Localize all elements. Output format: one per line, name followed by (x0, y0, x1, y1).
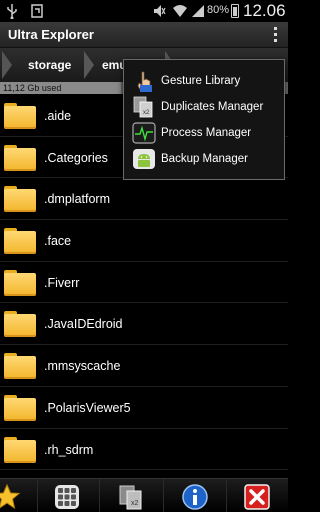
file-name: .aide (44, 109, 72, 123)
usb-icon (7, 4, 17, 19)
mute-icon (154, 5, 166, 17)
wifi-icon (173, 5, 187, 17)
file-name: .dmplatform (44, 192, 110, 207)
android-backup-icon (133, 149, 155, 169)
close-icon (244, 484, 270, 510)
clock: 12.06 (243, 1, 286, 20)
process-monitor-icon (132, 122, 156, 144)
folder-icon (4, 228, 36, 255)
folder-icon (4, 353, 36, 380)
file-name: .rh_sdrm (44, 442, 94, 457)
grid-view-button[interactable] (38, 479, 100, 512)
menu-item-label: Process Manager (161, 127, 252, 139)
file-list-item[interactable]: .Fiverr (0, 262, 288, 304)
file-name: .Fiverr (44, 275, 80, 290)
battery-icon (231, 4, 239, 18)
favorites-button[interactable] (0, 479, 38, 512)
storage-used-label: 11,12 Gb used (3, 83, 62, 93)
app-title: Ultra Explorer (8, 27, 94, 42)
file-list-item[interactable]: .face (0, 220, 288, 262)
file-name: .Categories (44, 150, 108, 165)
folder-icon (4, 269, 36, 296)
file-list-item[interactable]: .dmplatform (0, 178, 288, 221)
menu-item-label: Backup Manager (161, 153, 248, 165)
status-bar: 80% 12.06 (0, 0, 288, 22)
menu-item-duplicates-manager[interactable]: x2 Duplicates Manager (124, 94, 284, 120)
star-icon (0, 484, 20, 510)
folder-icon (4, 144, 36, 171)
svg-text:x2: x2 (143, 110, 150, 116)
file-name: .JavaIDEdroid (44, 317, 123, 332)
menu-item-label: Gesture Library (161, 75, 241, 87)
menu-item-backup-manager[interactable]: Backup Manager (124, 146, 284, 172)
folder-icon (4, 103, 36, 129)
overflow-menu-icon[interactable] (274, 27, 278, 43)
file-name: .face (44, 234, 72, 249)
menu-item-label: Duplicates Manager (161, 101, 264, 113)
app-notification-icon (31, 4, 43, 18)
file-name: .mmsyscache (44, 359, 121, 374)
gesture-hand-icon (137, 71, 152, 92)
file-list-item[interactable]: .mmsyscache (0, 345, 288, 387)
folder-icon (4, 311, 36, 338)
menu-item-gesture-library[interactable]: Gesture Library (124, 68, 284, 94)
grid-icon (55, 485, 79, 509)
battery-percent: 80% (207, 4, 230, 16)
file-list-item[interactable]: .PolarisViewer5 (0, 387, 288, 429)
duplicates-icon: x2 (133, 96, 153, 118)
info-button[interactable] (164, 479, 227, 512)
action-bar: Ultra Explorer (0, 22, 288, 48)
file-list-item[interactable]: .JavaIDEdroid (0, 303, 288, 346)
file-list-item[interactable]: .rh_sdrm (0, 429, 288, 471)
folder-icon (4, 186, 36, 213)
signal-icon (192, 5, 204, 17)
bottom-toolbar: x2 (0, 478, 288, 512)
svg-text:x2: x2 (131, 500, 139, 507)
info-icon (182, 484, 208, 510)
file-name: .PolarisViewer5 (44, 400, 131, 415)
duplicate-copy-icon: x2 (119, 485, 142, 510)
overflow-menu: Gesture Library x2 Duplicates Manager Pr… (123, 59, 285, 180)
folder-icon (4, 394, 36, 421)
duplicates-button[interactable]: x2 (100, 479, 164, 512)
close-button[interactable] (227, 479, 288, 512)
menu-item-process-manager[interactable]: Process Manager (124, 120, 284, 146)
folder-icon (4, 436, 36, 463)
